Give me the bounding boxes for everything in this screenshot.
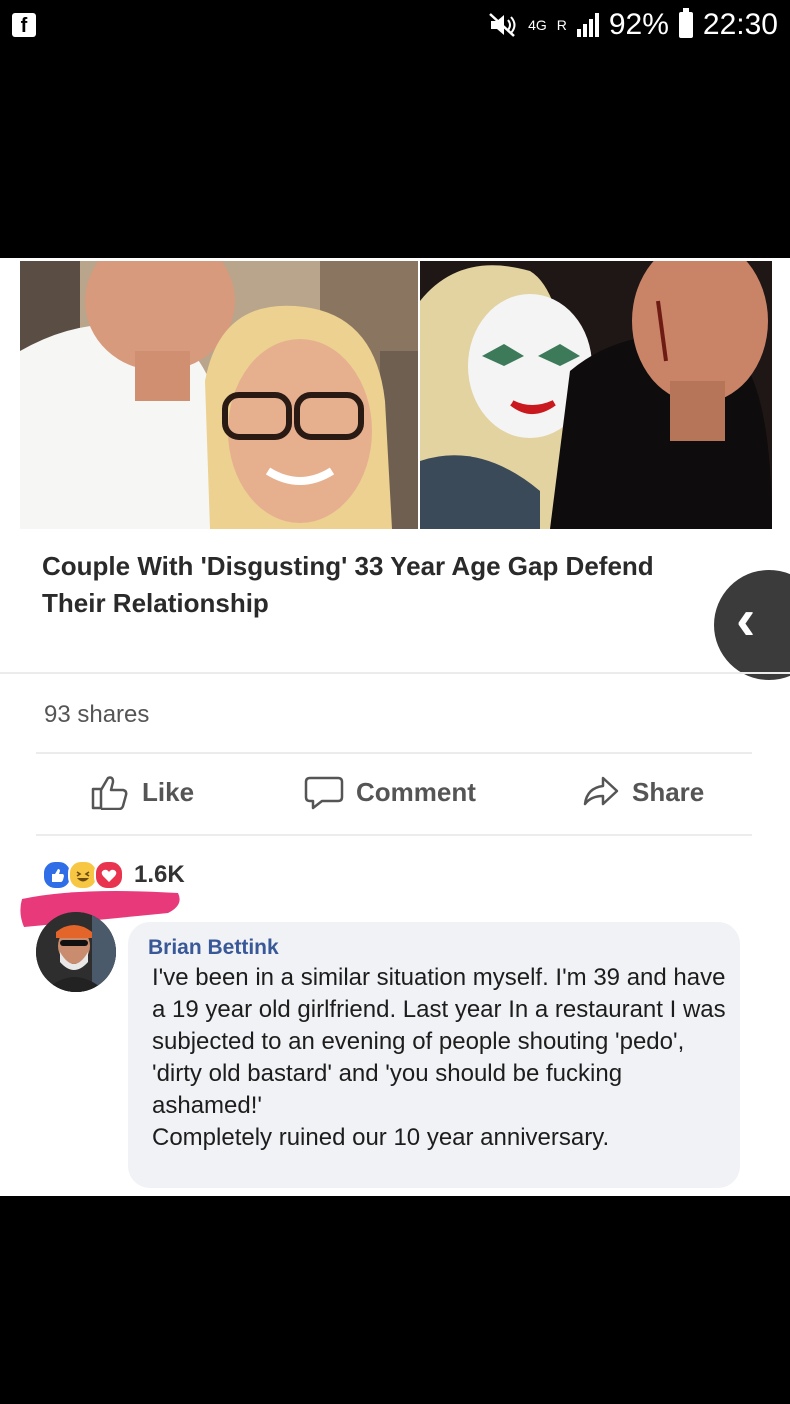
- couple-photo-right: [420, 261, 772, 529]
- comment-text: I've been in a similar situation myself.…: [152, 964, 726, 1151]
- divider: [36, 752, 752, 754]
- share-label: Share: [632, 776, 705, 807]
- share-button[interactable]: Share: [582, 774, 704, 810]
- like-button[interactable]: Like: [90, 774, 194, 810]
- comment-bubble-icon: [304, 776, 344, 810]
- action-bar: Like Comment Share: [0, 774, 790, 822]
- shares-count[interactable]: 93 shares: [44, 701, 149, 729]
- thumbs-up-icon: [91, 776, 128, 810]
- status-bar: f 4G R 92% 22:30: [0, 0, 790, 52]
- chevron-left-icon: ‹: [736, 587, 756, 652]
- signal-bars-icon: [576, 13, 599, 37]
- love-reaction-icon: [94, 860, 124, 890]
- reactions-summary[interactable]: 1.6K: [42, 860, 185, 890]
- clock: 22:30: [702, 8, 778, 41]
- comment-author[interactable]: Brian Bettink: [148, 936, 279, 960]
- battery-percent: 92%: [608, 8, 669, 41]
- commenter-avatar[interactable]: [36, 912, 116, 992]
- share-arrow-icon: [583, 776, 619, 806]
- battery-icon: [678, 8, 693, 38]
- status-icons: 4G R 92% 22:30: [488, 8, 778, 42]
- back-button[interactable]: ‹: [714, 570, 790, 680]
- post-headline[interactable]: Couple With 'Disgusting' 33 Year Age Gap…: [42, 548, 722, 622]
- mute-icon: [489, 13, 516, 37]
- comment-button[interactable]: Comment: [304, 774, 476, 810]
- post-card: Couple With 'Disgusting' 33 Year Age Gap…: [0, 258, 790, 1196]
- divider: [36, 834, 752, 836]
- like-label: Like: [142, 776, 195, 807]
- comment-bubble: Brian Bettink I've been in a similar sit…: [128, 922, 740, 1188]
- divider: [0, 672, 790, 674]
- facebook-f-icon: f: [12, 13, 36, 37]
- comment-label: Comment: [356, 776, 476, 807]
- roaming-indicator: R: [556, 17, 567, 33]
- post-images[interactable]: [20, 261, 772, 529]
- couple-photo-left: [20, 261, 418, 529]
- reaction-count: 1.6K: [134, 861, 185, 888]
- network-type: 4G: [528, 17, 547, 33]
